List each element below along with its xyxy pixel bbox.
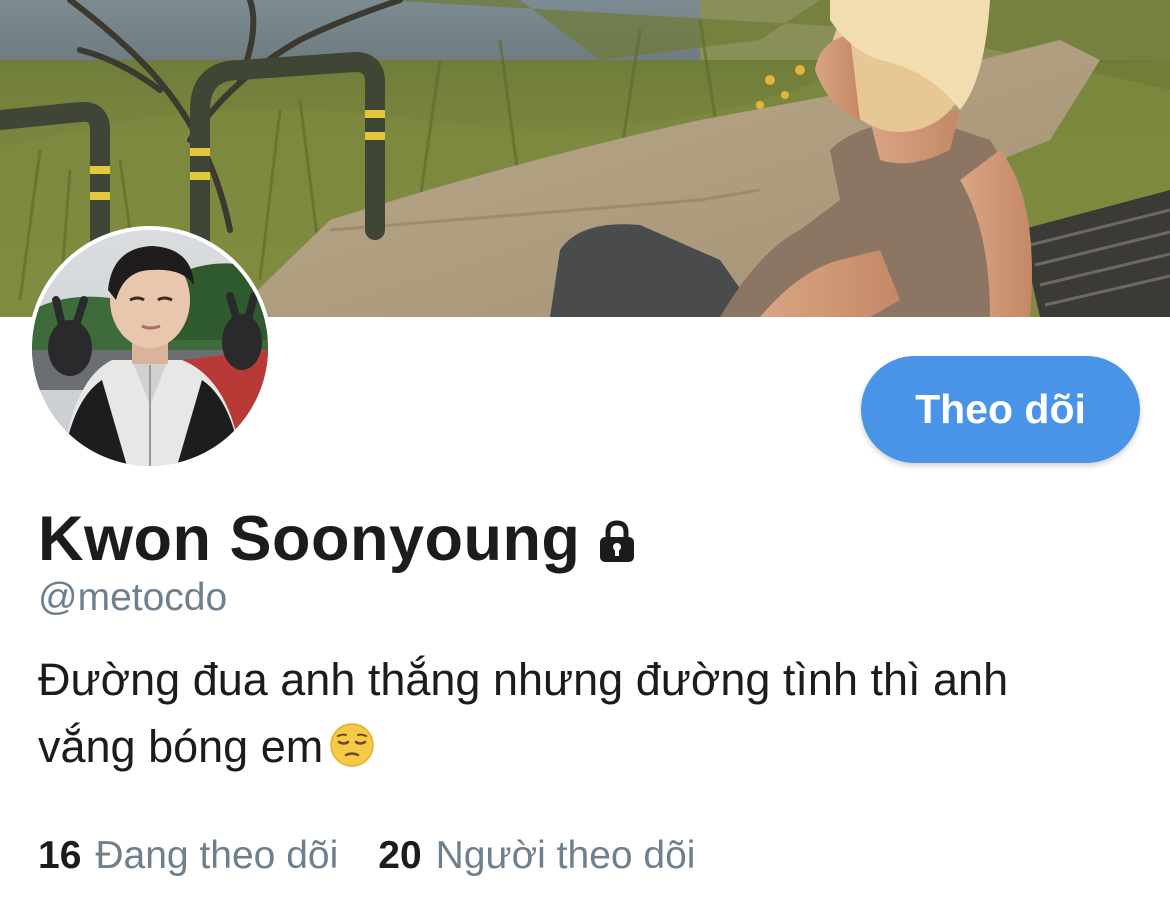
profile-name-row: Kwon Soonyoung bbox=[38, 500, 640, 578]
profile-handle: @metocdo bbox=[38, 576, 228, 619]
display-name: Kwon Soonyoung bbox=[38, 504, 581, 574]
following-count: 16 bbox=[38, 834, 82, 877]
profile-avatar[interactable] bbox=[28, 226, 272, 470]
avatar-photo bbox=[32, 230, 268, 466]
following-label: Đang theo dõi bbox=[95, 834, 339, 877]
followers-count: 20 bbox=[378, 834, 422, 877]
following-stat[interactable]: 16 Đang theo dõi bbox=[38, 834, 338, 878]
followers-stat[interactable]: 20 Người theo dõi bbox=[378, 834, 695, 878]
pensive-face-icon bbox=[329, 719, 375, 767]
bio-line: Đường đua anh thắng nhưng đường tình thì… bbox=[38, 654, 1009, 705]
bio-line-2: vắng bóng em bbox=[38, 713, 1138, 780]
lock-icon bbox=[594, 518, 640, 564]
bio-line-text: vắng bóng em bbox=[38, 721, 324, 772]
follow-button[interactable]: Theo dõi bbox=[861, 356, 1140, 463]
followers-label: Người theo dõi bbox=[435, 834, 696, 877]
profile-bio: Đường đua anh thắng nhưng đường tình thì… bbox=[38, 646, 1138, 780]
profile-stats: 16 Đang theo dõi 20 Người theo dõi bbox=[38, 834, 695, 878]
